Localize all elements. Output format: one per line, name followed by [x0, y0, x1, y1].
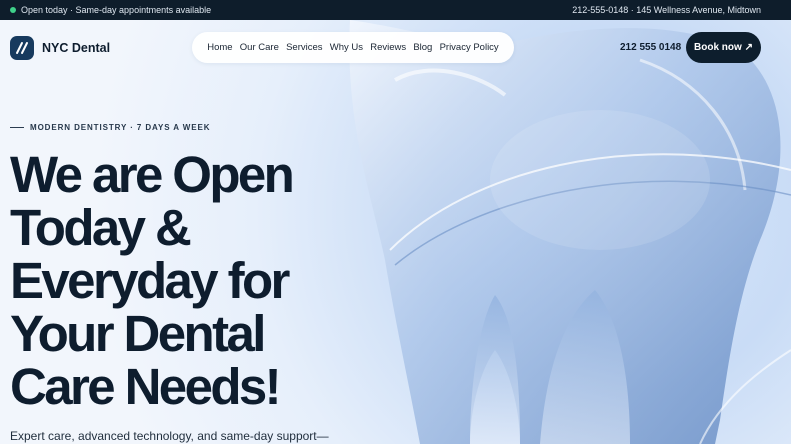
- brand-logo[interactable]: NYC Dental: [10, 36, 110, 60]
- nav-link-why-us[interactable]: Why Us: [330, 42, 363, 53]
- open-status-dot: [10, 7, 16, 13]
- main-navigation: Home Our Care Services Why Us Reviews Bl…: [192, 32, 514, 63]
- phone-link[interactable]: 212 555 0148: [620, 42, 681, 53]
- open-status: Open today · Same-day appointments avail…: [10, 5, 211, 15]
- eyebrow-text: MODERN DENTISTRY · 7 DAYS A WEEK: [30, 123, 211, 132]
- nav-link-services[interactable]: Services: [286, 42, 322, 53]
- nav-link-blog[interactable]: Blog: [413, 42, 432, 53]
- hero-subtext: Expert care, advanced technology, and sa…: [10, 429, 329, 443]
- contact-info: 212-555-0148 · 145 Wellness Avenue, Midt…: [572, 5, 761, 15]
- brand-name: NYC Dental: [42, 41, 111, 55]
- nav-link-our-care[interactable]: Our Care: [240, 42, 279, 53]
- open-status-text: Open today · Same-day appointments avail…: [21, 5, 212, 15]
- hero-section: NYC Dental Home Our Care Services Why Us…: [0, 20, 791, 444]
- nav-link-privacy-policy[interactable]: Privacy Policy: [440, 42, 499, 53]
- hero-headline: We are Open Today & Everyday for Your De…: [10, 146, 295, 415]
- nav-link-home[interactable]: Home: [207, 42, 232, 53]
- announcement-bar: Open today · Same-day appointments avail…: [0, 0, 791, 20]
- nav-link-reviews[interactable]: Reviews: [370, 42, 406, 53]
- eyebrow-rule: [10, 127, 24, 128]
- hero-eyebrow: MODERN DENTISTRY · 7 DAYS A WEEK: [10, 123, 210, 132]
- brand-logo-icon: [10, 36, 34, 60]
- book-now-button[interactable]: Book now ↗: [686, 32, 761, 63]
